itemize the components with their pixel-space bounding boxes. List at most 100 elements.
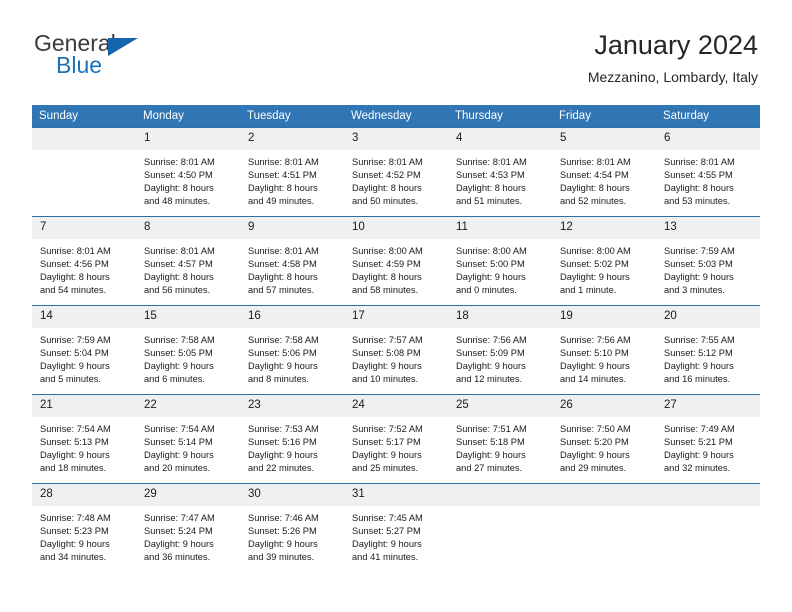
day-cell[interactable]: 19 Sunrise: 7:56 AM Sunset: 5:10 PM Dayl… bbox=[552, 305, 656, 395]
day-details: Sunrise: 8:01 AM Sunset: 4:53 PM Dayligh… bbox=[448, 150, 552, 208]
daylight-text-line1: Daylight: 9 hours bbox=[248, 450, 318, 461]
sunset-text: Sunset: 4:53 PM bbox=[456, 170, 525, 181]
sunset-text: Sunset: 4:52 PM bbox=[352, 170, 421, 181]
day-cell[interactable]: 18 Sunrise: 7:56 AM Sunset: 5:09 PM Dayl… bbox=[448, 305, 552, 395]
day-cell[interactable] bbox=[552, 483, 656, 572]
day-number: 26 bbox=[552, 395, 656, 417]
day-number: 2 bbox=[240, 128, 344, 150]
day-cell[interactable]: 11 Sunrise: 8:00 AM Sunset: 5:00 PM Dayl… bbox=[448, 216, 552, 306]
sunrise-text: Sunrise: 7:58 AM bbox=[144, 335, 215, 345]
day-cell[interactable]: 28 Sunrise: 7:48 AM Sunset: 5:23 PM Dayl… bbox=[32, 483, 136, 572]
daylight-text-line2: and 14 minutes. bbox=[560, 374, 627, 385]
day-cell[interactable]: 17 Sunrise: 7:57 AM Sunset: 5:08 PM Dayl… bbox=[344, 305, 448, 395]
day-cell[interactable]: 27 Sunrise: 7:49 AM Sunset: 5:21 PM Dayl… bbox=[656, 394, 760, 484]
logo-text-blue: Blue bbox=[56, 52, 103, 78]
day-details: Sunrise: 8:01 AM Sunset: 4:52 PM Dayligh… bbox=[344, 150, 448, 208]
day-cell[interactable]: 1 Sunrise: 8:01 AM Sunset: 4:50 PM Dayli… bbox=[136, 127, 240, 217]
daylight-text-line1: Daylight: 9 hours bbox=[248, 361, 318, 372]
daylight-text-line2: and 39 minutes. bbox=[248, 552, 315, 563]
sunrise-text: Sunrise: 8:01 AM bbox=[248, 157, 319, 167]
day-cell[interactable] bbox=[656, 483, 760, 572]
day-cell[interactable]: 9 Sunrise: 8:01 AM Sunset: 4:58 PM Dayli… bbox=[240, 216, 344, 306]
sunrise-text: Sunrise: 8:01 AM bbox=[144, 246, 215, 256]
day-cell[interactable]: 31 Sunrise: 7:45 AM Sunset: 5:27 PM Dayl… bbox=[344, 483, 448, 572]
sunset-text: Sunset: 5:20 PM bbox=[560, 437, 629, 448]
daylight-text-line1: Daylight: 9 hours bbox=[560, 361, 630, 372]
daylight-text-line1: Daylight: 9 hours bbox=[40, 450, 110, 461]
day-details: Sunrise: 7:52 AM Sunset: 5:17 PM Dayligh… bbox=[344, 417, 448, 475]
day-cell[interactable]: 14 Sunrise: 7:59 AM Sunset: 5:04 PM Dayl… bbox=[32, 305, 136, 395]
daylight-text-line1: Daylight: 9 hours bbox=[248, 539, 318, 550]
day-details: Sunrise: 7:47 AM Sunset: 5:24 PM Dayligh… bbox=[136, 506, 240, 564]
day-cell[interactable]: 12 Sunrise: 8:00 AM Sunset: 5:02 PM Dayl… bbox=[552, 216, 656, 306]
day-cell[interactable]: 13 Sunrise: 7:59 AM Sunset: 5:03 PM Dayl… bbox=[656, 216, 760, 306]
day-details bbox=[448, 506, 552, 512]
day-cell[interactable]: 7 Sunrise: 8:01 AM Sunset: 4:56 PM Dayli… bbox=[32, 216, 136, 306]
sunset-text: Sunset: 4:56 PM bbox=[40, 259, 109, 270]
day-details: Sunrise: 8:01 AM Sunset: 4:54 PM Dayligh… bbox=[552, 150, 656, 208]
day-cell[interactable]: 25 Sunrise: 7:51 AM Sunset: 5:18 PM Dayl… bbox=[448, 394, 552, 484]
day-cell[interactable]: 10 Sunrise: 8:00 AM Sunset: 4:59 PM Dayl… bbox=[344, 216, 448, 306]
daylight-text-line1: Daylight: 9 hours bbox=[664, 361, 734, 372]
daylight-text-line1: Daylight: 8 hours bbox=[248, 183, 318, 194]
day-details: Sunrise: 8:00 AM Sunset: 5:00 PM Dayligh… bbox=[448, 239, 552, 297]
day-number: 17 bbox=[344, 306, 448, 328]
day-details: Sunrise: 7:58 AM Sunset: 5:06 PM Dayligh… bbox=[240, 328, 344, 386]
daylight-text-line2: and 6 minutes. bbox=[144, 374, 205, 385]
day-number: 3 bbox=[344, 128, 448, 150]
day-details: Sunrise: 8:01 AM Sunset: 4:55 PM Dayligh… bbox=[656, 150, 760, 208]
day-number: 27 bbox=[656, 395, 760, 417]
sunset-text: Sunset: 5:24 PM bbox=[144, 526, 213, 537]
day-details: Sunrise: 7:56 AM Sunset: 5:10 PM Dayligh… bbox=[552, 328, 656, 386]
sunrise-text: Sunrise: 7:52 AM bbox=[352, 424, 423, 434]
day-cell[interactable]: 8 Sunrise: 8:01 AM Sunset: 4:57 PM Dayli… bbox=[136, 216, 240, 306]
day-details: Sunrise: 7:49 AM Sunset: 5:21 PM Dayligh… bbox=[656, 417, 760, 475]
day-cell[interactable]: 23 Sunrise: 7:53 AM Sunset: 5:16 PM Dayl… bbox=[240, 394, 344, 484]
sunset-text: Sunset: 4:59 PM bbox=[352, 259, 421, 270]
daylight-text-line1: Daylight: 9 hours bbox=[40, 539, 110, 550]
sunrise-text: Sunrise: 7:51 AM bbox=[456, 424, 527, 434]
day-details: Sunrise: 7:45 AM Sunset: 5:27 PM Dayligh… bbox=[344, 506, 448, 564]
weekday-header-sunday: Sunday bbox=[32, 105, 136, 128]
day-cell[interactable]: 15 Sunrise: 7:58 AM Sunset: 5:05 PM Dayl… bbox=[136, 305, 240, 395]
daylight-text-line2: and 51 minutes. bbox=[456, 196, 523, 207]
sunset-text: Sunset: 4:58 PM bbox=[248, 259, 317, 270]
day-cell[interactable]: 22 Sunrise: 7:54 AM Sunset: 5:14 PM Dayl… bbox=[136, 394, 240, 484]
day-details: Sunrise: 8:00 AM Sunset: 5:02 PM Dayligh… bbox=[552, 239, 656, 297]
day-details: Sunrise: 7:54 AM Sunset: 5:14 PM Dayligh… bbox=[136, 417, 240, 475]
day-cell[interactable]: 21 Sunrise: 7:54 AM Sunset: 5:13 PM Dayl… bbox=[32, 394, 136, 484]
daylight-text-line1: Daylight: 8 hours bbox=[144, 183, 214, 194]
day-details: Sunrise: 7:57 AM Sunset: 5:08 PM Dayligh… bbox=[344, 328, 448, 386]
day-cell[interactable]: 5 Sunrise: 8:01 AM Sunset: 4:54 PM Dayli… bbox=[552, 127, 656, 217]
calendar-week-row: 7 Sunrise: 8:01 AM Sunset: 4:56 PM Dayli… bbox=[32, 216, 760, 306]
day-cell[interactable]: 2 Sunrise: 8:01 AM Sunset: 4:51 PM Dayli… bbox=[240, 127, 344, 217]
daylight-text-line1: Daylight: 9 hours bbox=[560, 450, 630, 461]
day-cell[interactable] bbox=[448, 483, 552, 572]
sunrise-text: Sunrise: 8:01 AM bbox=[664, 157, 735, 167]
sunrise-text: Sunrise: 7:54 AM bbox=[144, 424, 215, 434]
day-cell[interactable]: 24 Sunrise: 7:52 AM Sunset: 5:17 PM Dayl… bbox=[344, 394, 448, 484]
daylight-text-line2: and 58 minutes. bbox=[352, 285, 419, 296]
sunrise-text: Sunrise: 7:58 AM bbox=[248, 335, 319, 345]
day-details: Sunrise: 8:01 AM Sunset: 4:56 PM Dayligh… bbox=[32, 239, 136, 297]
day-details: Sunrise: 7:53 AM Sunset: 5:16 PM Dayligh… bbox=[240, 417, 344, 475]
daylight-text-line2: and 8 minutes. bbox=[248, 374, 309, 385]
day-cell[interactable]: 26 Sunrise: 7:50 AM Sunset: 5:20 PM Dayl… bbox=[552, 394, 656, 484]
day-cell[interactable] bbox=[32, 127, 136, 217]
day-number: 24 bbox=[344, 395, 448, 417]
daylight-text-line2: and 34 minutes. bbox=[40, 552, 107, 563]
sunrise-text: Sunrise: 7:47 AM bbox=[144, 513, 215, 523]
day-cell[interactable]: 3 Sunrise: 8:01 AM Sunset: 4:52 PM Dayli… bbox=[344, 127, 448, 217]
day-cell[interactable]: 30 Sunrise: 7:46 AM Sunset: 5:26 PM Dayl… bbox=[240, 483, 344, 572]
day-number bbox=[656, 484, 760, 506]
day-details: Sunrise: 8:01 AM Sunset: 4:50 PM Dayligh… bbox=[136, 150, 240, 208]
sunrise-text: Sunrise: 8:01 AM bbox=[560, 157, 631, 167]
day-cell[interactable]: 4 Sunrise: 8:01 AM Sunset: 4:53 PM Dayli… bbox=[448, 127, 552, 217]
day-cell[interactable]: 6 Sunrise: 8:01 AM Sunset: 4:55 PM Dayli… bbox=[656, 127, 760, 217]
calendar-week-row: 21 Sunrise: 7:54 AM Sunset: 5:13 PM Dayl… bbox=[32, 394, 760, 484]
day-cell[interactable]: 16 Sunrise: 7:58 AM Sunset: 5:06 PM Dayl… bbox=[240, 305, 344, 395]
day-cell[interactable]: 29 Sunrise: 7:47 AM Sunset: 5:24 PM Dayl… bbox=[136, 483, 240, 572]
day-cell[interactable]: 20 Sunrise: 7:55 AM Sunset: 5:12 PM Dayl… bbox=[656, 305, 760, 395]
day-number: 14 bbox=[32, 306, 136, 328]
general-blue-logo[interactable]: General Blue bbox=[34, 30, 164, 86]
